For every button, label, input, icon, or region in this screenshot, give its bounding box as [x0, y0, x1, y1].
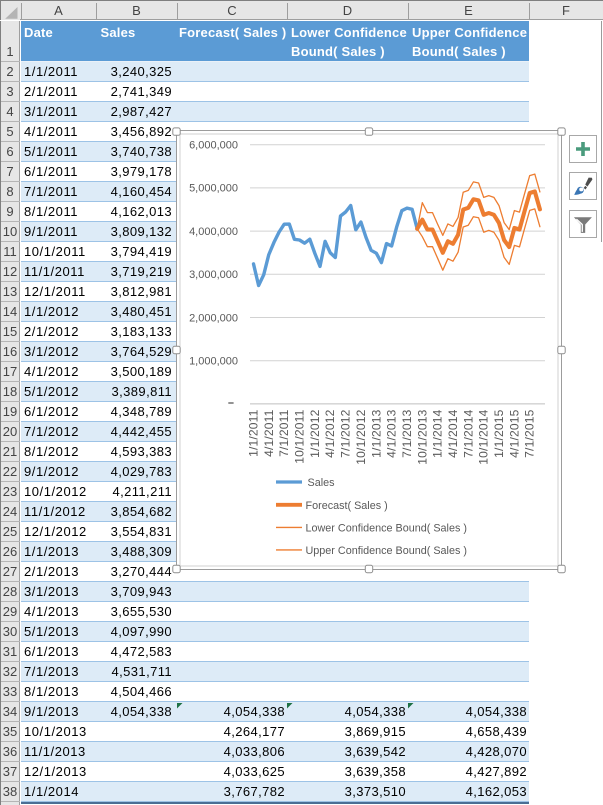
svg-text:7/1/2013: 7/1/2013 — [400, 409, 414, 457]
svg-text:3,000,000: 3,000,000 — [189, 269, 238, 281]
svg-text:10/1/2011: 10/1/2011 — [293, 409, 307, 463]
svg-text:1/1/2013: 1/1/2013 — [369, 409, 383, 457]
svg-text:6,000,000: 6,000,000 — [189, 140, 238, 152]
svg-text:4/1/2013: 4/1/2013 — [385, 409, 399, 457]
svg-text:1/1/2011: 1/1/2011 — [247, 409, 261, 457]
svg-text:7/1/2012: 7/1/2012 — [339, 409, 353, 457]
svg-text:7/1/2015: 7/1/2015 — [523, 409, 537, 457]
svg-text:5,000,000: 5,000,000 — [189, 183, 238, 195]
svg-text:1/1/2015: 1/1/2015 — [492, 409, 506, 457]
svg-text:4,000,000: 4,000,000 — [189, 226, 238, 238]
svg-text:4/1/2012: 4/1/2012 — [323, 409, 337, 457]
svg-text:10/1/2014: 10/1/2014 — [477, 409, 491, 464]
svg-text:2,000,000: 2,000,000 — [189, 312, 238, 324]
svg-text:7/1/2011: 7/1/2011 — [277, 409, 291, 457]
svg-text:Forecast( Sales ): Forecast( Sales ) — [306, 500, 388, 512]
svg-text:4/1/2014: 4/1/2014 — [446, 409, 460, 457]
svg-text:10/1/2012: 10/1/2012 — [354, 409, 368, 464]
svg-text:4/1/2015: 4/1/2015 — [507, 409, 521, 457]
svg-text:Lower Confidence Bound( Sales: Lower Confidence Bound( Sales ) — [306, 522, 467, 534]
svg-text:1,000,000: 1,000,000 — [189, 356, 238, 368]
svg-text:Upper Confidence Bound( Sales: Upper Confidence Bound( Sales ) — [306, 545, 467, 557]
svg-text:1/1/2012: 1/1/2012 — [308, 409, 322, 457]
svg-text:1/1/2014: 1/1/2014 — [431, 409, 445, 457]
svg-text:Sales: Sales — [308, 477, 336, 489]
svg-text:7/1/2014: 7/1/2014 — [461, 409, 475, 457]
svg-text:4/1/2011: 4/1/2011 — [262, 409, 276, 457]
svg-text:10/1/2013: 10/1/2013 — [415, 409, 429, 464]
